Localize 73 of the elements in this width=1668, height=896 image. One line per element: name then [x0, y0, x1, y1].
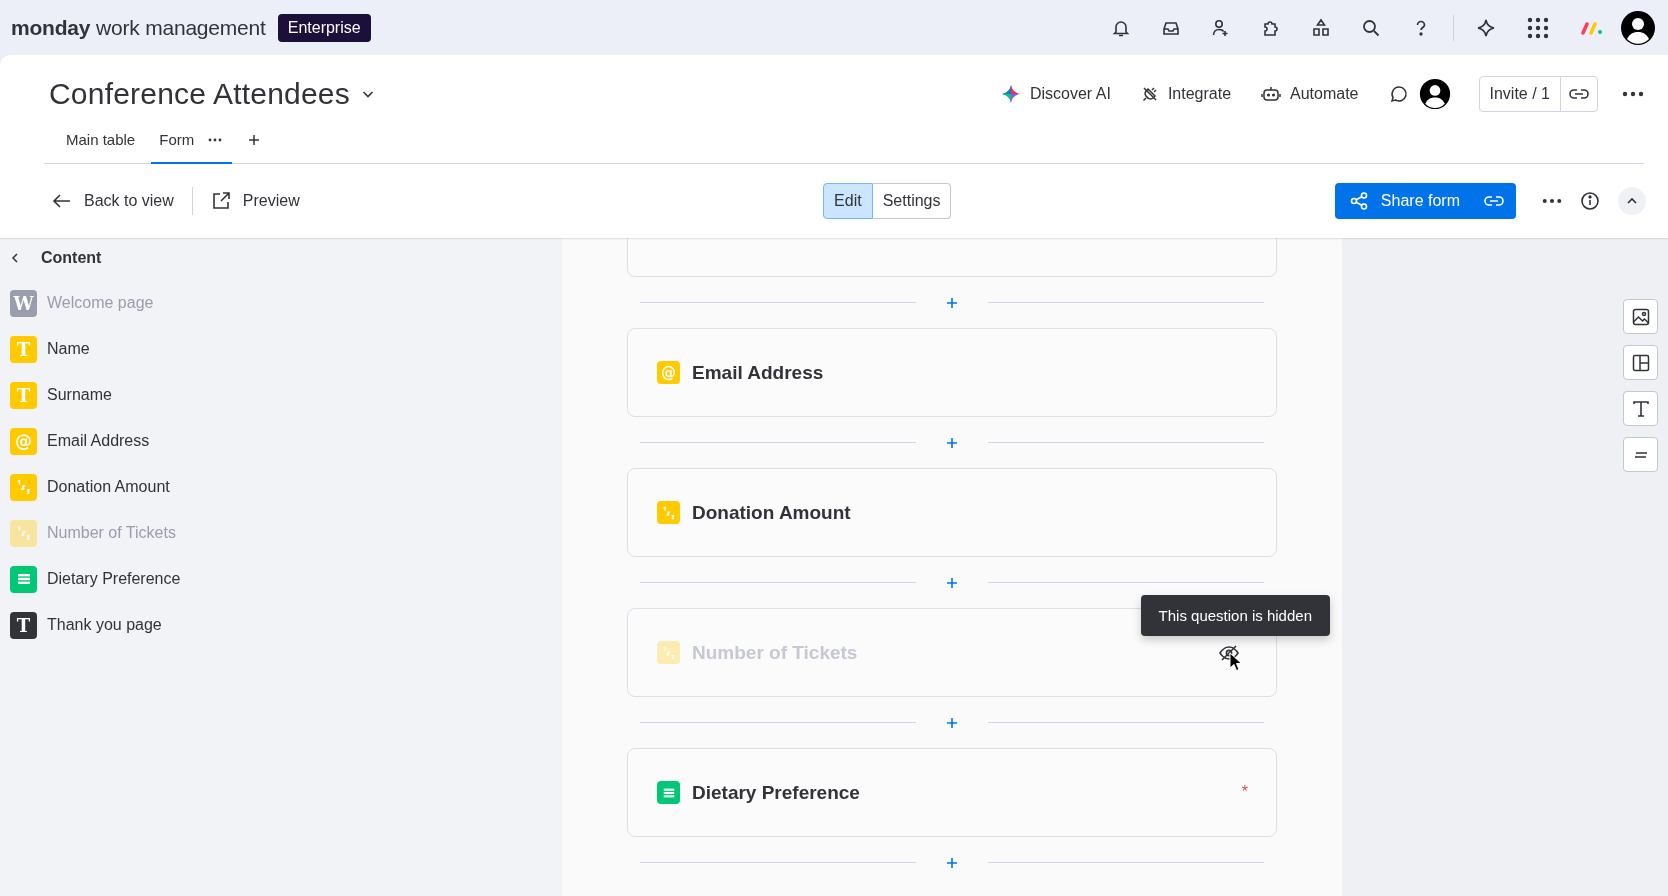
view-tab[interactable]: Form [151, 117, 233, 164]
field-type-icon [10, 519, 37, 547]
cursor-icon [1229, 652, 1243, 672]
field-type-icon [10, 565, 37, 593]
link-icon [1484, 195, 1504, 207]
back-arrow-icon [52, 193, 72, 209]
search-icon[interactable] [1361, 17, 1381, 38]
text-icon [1630, 398, 1651, 419]
content-item[interactable]: T Surname [0, 372, 562, 418]
mode-tab[interactable]: Settings [872, 183, 952, 219]
field-type-icon: T [10, 335, 37, 363]
preview-button[interactable]: Preview [210, 183, 300, 219]
field-type-icon: T [10, 381, 37, 409]
share-form-button[interactable]: Share form [1334, 183, 1516, 219]
content-item[interactable]: Dietary Preference [0, 556, 562, 602]
more-icon[interactable] [1622, 91, 1644, 97]
text-tool-button[interactable] [1623, 391, 1658, 426]
invite-person-icon[interactable] [1211, 17, 1231, 38]
external-link-icon [210, 191, 231, 211]
plan-badge: Enterprise [277, 13, 371, 42]
field-type-icon: @ [657, 361, 680, 384]
robot-icon [1261, 85, 1282, 103]
question-title: Donation Amount [692, 501, 851, 524]
board-action-button[interactable]: Automate [1261, 85, 1359, 103]
field-type-icon [657, 781, 680, 804]
avatar-icon[interactable] [1620, 9, 1656, 46]
question-title: Dietary Preference [692, 781, 860, 804]
info-icon[interactable] [1580, 191, 1600, 211]
content-item[interactable]: @ Email Address [0, 418, 562, 464]
field-type-icon [657, 501, 680, 524]
add-icon[interactable] [248, 134, 261, 146]
question-card[interactable]: Dietary Preference * [627, 748, 1277, 837]
field-type-icon: W [10, 289, 37, 317]
share-icon [1348, 191, 1369, 211]
field-type-icon [10, 473, 37, 501]
app-logo-icon[interactable] [1580, 20, 1604, 35]
divider-icon [1633, 450, 1648, 459]
chevron-up-icon [1626, 197, 1638, 205]
view-tab[interactable]: Main table [44, 117, 146, 164]
board-action-button[interactable]: Discover AI [1000, 84, 1111, 104]
mode-tab[interactable]: Edit [823, 183, 873, 219]
image-icon [1630, 306, 1651, 327]
section-heading: Content [41, 249, 102, 267]
required-mark: * [1241, 783, 1248, 801]
more-icon[interactable] [1542, 198, 1562, 204]
comment-icon[interactable] [1388, 84, 1409, 104]
apps-grid-icon[interactable] [1526, 15, 1550, 40]
content-item[interactable]: Donation Amount [0, 464, 562, 510]
layout-tool-button[interactable] [1623, 345, 1658, 380]
tooltip: This question is hidden [1140, 595, 1330, 636]
question-card[interactable]: @ Email Address [627, 328, 1277, 417]
field-type-icon: @ [10, 427, 37, 455]
content-item[interactable]: T Thank you page [0, 602, 562, 648]
back-button[interactable]: Back to view [52, 183, 174, 219]
image-tool-button[interactable] [1623, 299, 1658, 334]
field-type-icon [657, 641, 680, 664]
collapse-button[interactable] [1618, 187, 1646, 215]
field-type-icon: T [10, 611, 37, 639]
shapes-icon[interactable] [1311, 17, 1331, 38]
layout-icon [1630, 352, 1651, 373]
chevron-left-icon[interactable] [11, 252, 19, 264]
content-item[interactable]: T Name [0, 326, 562, 372]
plug-icon [1140, 85, 1159, 103]
divider-tool-button[interactable] [1623, 437, 1658, 472]
avatar-icon[interactable] [1418, 78, 1451, 110]
more-icon[interactable] [208, 137, 223, 142]
question-title: Email Address [692, 361, 824, 384]
link-icon [1569, 88, 1589, 100]
sparkle-icon[interactable] [1476, 17, 1496, 38]
board-action-button[interactable]: Integrate [1140, 85, 1232, 103]
board-title: Conference Attendees [49, 77, 350, 111]
question-card[interactable]: Donation Amount [627, 468, 1277, 557]
brand-logo: monday work management [11, 15, 266, 40]
